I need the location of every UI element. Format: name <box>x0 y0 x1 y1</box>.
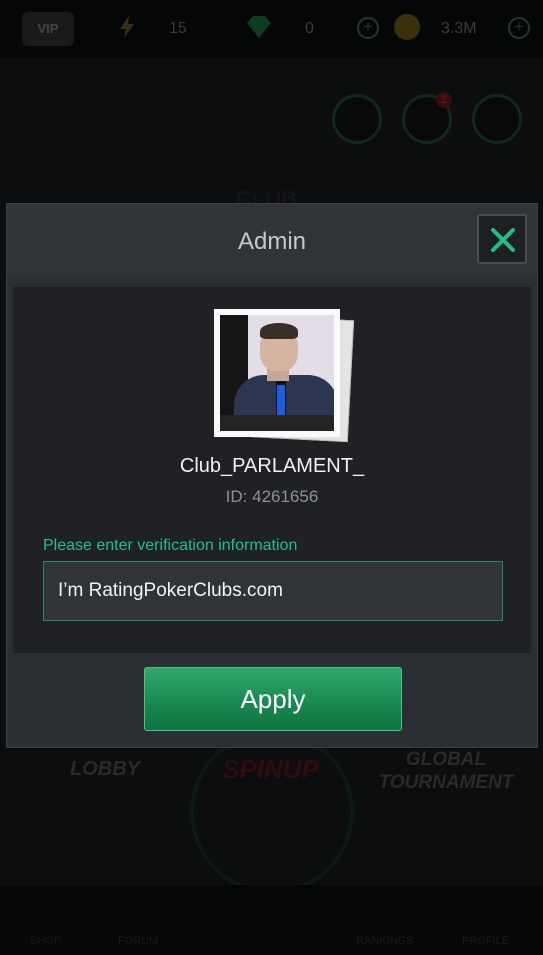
global-tournament-button[interactable]: GLOBAL TOURNAMENT <box>376 748 516 794</box>
gem-count: 0 <box>305 20 314 37</box>
energy-count: 15 <box>169 20 187 37</box>
dialog-header: Admin <box>7 204 537 276</box>
dialog-title: Admin <box>237 228 307 255</box>
top-resource-bar: VIP 15 0 + 3.3M + <box>0 0 543 58</box>
club-name: Club_PARLAMENT_ <box>179 455 365 477</box>
lobby-button[interactable]: LOBBY <box>70 758 140 781</box>
club-avatar <box>214 309 340 437</box>
calendar-icon[interactable] <box>332 94 382 144</box>
close-button[interactable] <box>477 214 527 264</box>
close-icon <box>491 228 515 252</box>
verification-input[interactable] <box>43 561 503 621</box>
mail-icon[interactable] <box>472 94 522 144</box>
apply-button[interactable]: Apply <box>144 667 402 731</box>
spinup-button[interactable]: SPINUP <box>222 754 319 785</box>
nav-shop[interactable]: SHOP <box>30 935 61 947</box>
gem-icon <box>244 14 271 40</box>
coin-icon <box>394 14 420 40</box>
vip-badge: VIP <box>22 12 74 46</box>
club-id: ID: 4261656 <box>225 487 319 506</box>
lightning-icon <box>114 14 140 40</box>
notification-badge: 2 <box>436 92 452 108</box>
add-gem-plus-icon[interactable]: + <box>357 17 379 39</box>
add-coin-plus-icon[interactable]: + <box>508 17 530 39</box>
bottom-navigation: SHOP FORUM RANKINGS PROFILE <box>0 885 543 955</box>
avatar-photo <box>220 315 334 431</box>
verification-label: Please enter verification information <box>43 537 298 554</box>
nav-profile[interactable]: PROFILE <box>462 935 509 947</box>
nav-forum[interactable]: FORUM <box>118 935 158 947</box>
admin-dialog: Admin Club_PARLAMENT_ ID: 4261656 Please… <box>6 203 538 748</box>
coin-count: 3.3M <box>441 20 477 37</box>
dialog-content-panel: Club_PARLAMENT_ ID: 4261656 Please enter… <box>12 286 532 654</box>
nav-rankings[interactable]: RANKINGS <box>356 935 413 947</box>
